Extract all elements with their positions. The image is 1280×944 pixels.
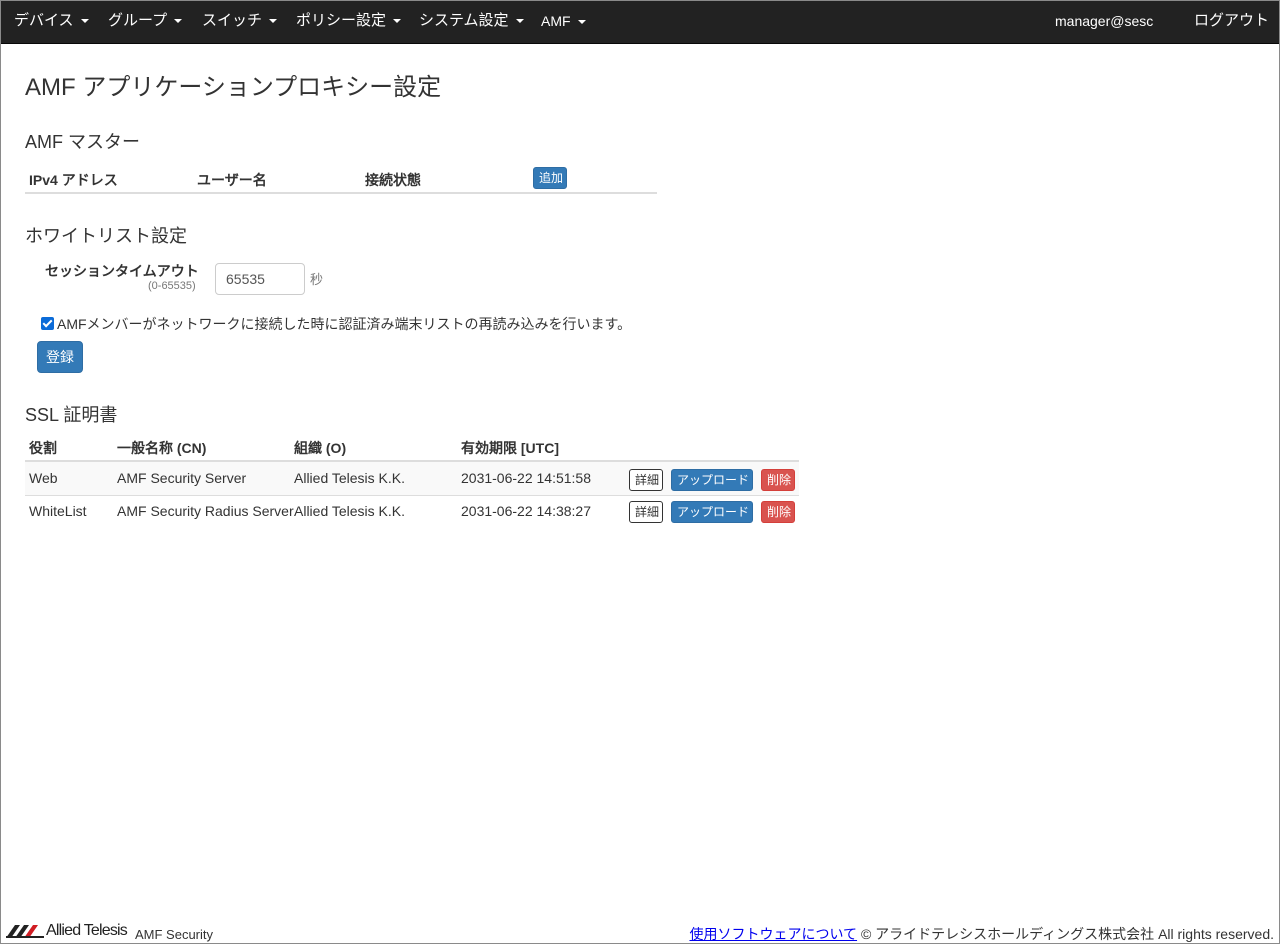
- cell-expiry: 2031-06-22 14:38:27: [461, 503, 591, 519]
- nav-menu-label: デバイス: [14, 12, 74, 29]
- column-header-ipv4: IPv4 アドレス: [29, 172, 118, 188]
- caret-down-icon: [80, 19, 89, 24]
- nav-menu-system-settings[interactable]: システム設定: [419, 1, 524, 43]
- nav-menu-label: スイッチ: [202, 12, 263, 29]
- copyright-text: © アライドテレシスホールディングス株式会社 All rights reserv…: [860, 926, 1274, 942]
- reload-list-checkbox[interactable]: [41, 317, 54, 330]
- nav-menu-label: システム設定: [419, 12, 509, 29]
- column-header-username: ユーザー名: [197, 172, 267, 188]
- column-header-expiry: 有効期限 [UTC]: [461, 440, 559, 456]
- table-divider: [25, 192, 657, 194]
- top-navbar: デバイス グループ スイッチ ポリシー設定 システム設定 AMF manager…: [1, 1, 1279, 44]
- cell-expiry: 2031-06-22 14:51:58: [461, 470, 591, 486]
- caret-down-icon: [174, 19, 183, 24]
- brand-logo: Allied Telesis AMF Security: [6, 922, 214, 942]
- caret-down-icon: [515, 19, 524, 24]
- session-timeout-unit: 秒: [310, 272, 324, 287]
- nav-menu-devices[interactable]: デバイス: [14, 1, 89, 43]
- amf-master-heading: AMF マスター: [25, 132, 140, 152]
- nav-menu-switches[interactable]: スイッチ: [202, 1, 278, 43]
- column-header-organization: 組織 (O): [294, 440, 347, 456]
- nav-menu-amf[interactable]: AMF: [541, 1, 586, 43]
- cell-organization: Allied Telesis K.K.: [294, 470, 406, 486]
- delete-button[interactable]: 削除: [761, 501, 795, 523]
- add-master-button[interactable]: 追加: [533, 167, 567, 189]
- software-info-link[interactable]: 使用ソフトウェアについて: [689, 926, 857, 942]
- delete-button[interactable]: 削除: [761, 469, 795, 491]
- nav-menu-label: ポリシー設定: [296, 12, 387, 29]
- cell-role: Web: [29, 470, 58, 486]
- footer-info: 使用ソフトウェアについて © アライドテレシスホールディングス株式会社 All …: [689, 924, 1274, 944]
- column-header-connection-status: 接続状態: [365, 172, 421, 188]
- nav-menu-label: グループ: [108, 12, 168, 29]
- user-menu[interactable]: manager@sesc: [1055, 1, 1153, 43]
- cell-common-name: AMF Security Radius Server: [117, 503, 294, 519]
- product-name: AMF Security: [135, 926, 214, 942]
- nav-menu-policy-settings[interactable]: ポリシー設定: [296, 1, 402, 43]
- allied-telesis-logo-icon: [6, 925, 44, 938]
- row-divider: [25, 495, 799, 496]
- column-header-role: 役割: [29, 440, 57, 456]
- ssl-heading: SSL 証明書: [25, 405, 118, 425]
- session-timeout-label: セッションタイムアウト: [45, 263, 199, 279]
- cell-role: WhiteList: [29, 503, 87, 519]
- whitelist-heading: ホワイトリスト設定: [25, 226, 187, 246]
- nav-menu-groups[interactable]: グループ: [108, 1, 183, 43]
- cell-organization: Allied Telesis K.K.: [294, 503, 406, 519]
- brand-name: Allied Telesis: [46, 922, 128, 939]
- register-button[interactable]: 登録: [37, 341, 83, 373]
- nav-menu-label: AMF: [541, 13, 571, 29]
- page-title: AMF アプリケーションプロキシー設定: [25, 74, 442, 101]
- session-timeout-input[interactable]: [215, 263, 305, 295]
- upload-button[interactable]: アップロード: [671, 501, 753, 523]
- column-header-common-name: 一般名称 (CN): [117, 440, 207, 456]
- upload-button[interactable]: アップロード: [671, 469, 753, 491]
- cell-common-name: AMF Security Server: [117, 470, 247, 486]
- caret-down-icon: [577, 20, 586, 25]
- detail-button[interactable]: 詳細: [629, 469, 663, 491]
- caret-down-icon: [269, 19, 278, 24]
- caret-down-icon: [393, 19, 402, 24]
- session-timeout-range: (0-65535): [148, 280, 196, 292]
- reload-list-label[interactable]: AMFメンバーがネットワークに接続した時に認証済み端末リストの再読み込みを行いま…: [57, 314, 631, 334]
- detail-button[interactable]: 詳細: [629, 501, 663, 523]
- logout-link[interactable]: ログアウト: [1194, 1, 1269, 43]
